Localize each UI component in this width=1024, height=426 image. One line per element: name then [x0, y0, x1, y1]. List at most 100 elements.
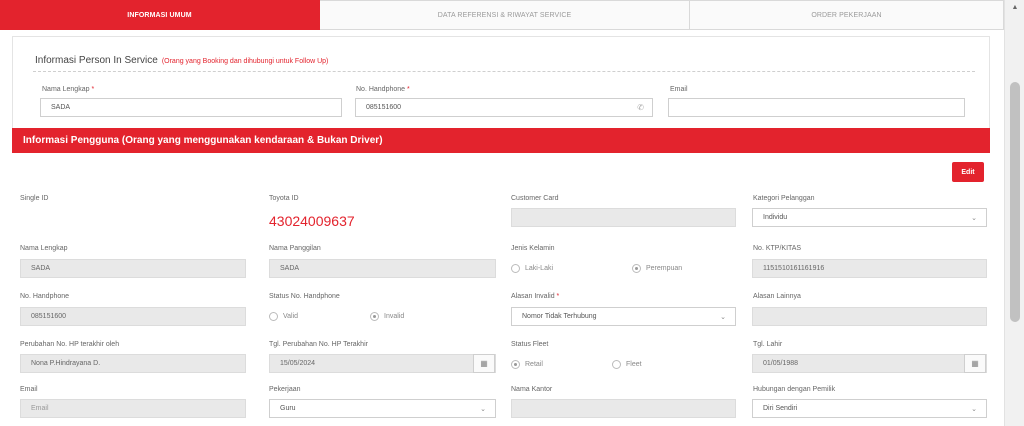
label-text: Alasan Invalid: [511, 293, 555, 300]
status-hp-label: Status No. Handphone: [269, 293, 340, 300]
label-text: No. Handphone: [356, 86, 406, 93]
calendar-icon[interactable]: ▦: [964, 354, 986, 373]
radio-dot: [511, 264, 520, 273]
hp-input[interactable]: 085151600: [20, 307, 246, 326]
input-placeholder: Email: [31, 405, 49, 412]
chevron-down-icon: ⌄: [971, 406, 977, 413]
tgl-perubahan-label: Tgl. Perubahan No. HP Terakhir: [269, 341, 368, 348]
label-text: Nama Lengkap: [42, 86, 90, 93]
perubahan-oleh-input[interactable]: Nona P.Hindrayana D.: [20, 354, 246, 373]
input-value: 01/05/1988: [763, 360, 799, 367]
pengguna-section-header: Informasi Pengguna (Orang yang menggunak…: [12, 128, 990, 153]
tab-informasi-umum[interactable]: INFORMASI UMUM: [0, 0, 320, 30]
tgl-lahir-label: Tgl. Lahir: [753, 341, 783, 348]
radio-fleet[interactable]: Fleet: [612, 360, 642, 369]
radio-perempuan[interactable]: Perempuan: [632, 264, 682, 273]
customer-card-label: Customer Card: [511, 195, 559, 202]
kategori-label: Kategori Pelanggan: [753, 195, 815, 202]
status-fleet-label: Status Fleet: [511, 341, 549, 348]
input-value: 15/05/2024: [280, 360, 316, 367]
radio-invalid[interactable]: Invalid: [370, 312, 404, 321]
tgl-perubahan-input[interactable]: 15/05/2024 ▦: [269, 354, 496, 373]
pis-nama-input[interactable]: SADA: [40, 98, 342, 117]
radio-dot: [612, 360, 621, 369]
input-value: SADA: [31, 265, 51, 272]
chevron-down-icon: ⌄: [720, 314, 726, 321]
tab-bar: INFORMASI UMUM DATA REFERENSI & RIWAYAT …: [0, 0, 1004, 30]
scroll-thumb[interactable]: [1010, 82, 1020, 322]
input-value: 085151600: [31, 313, 67, 320]
email-label: Email: [20, 386, 38, 393]
email-input[interactable]: Email: [20, 399, 246, 418]
radio-dot-selected: [632, 264, 641, 273]
input-value: 085151600: [366, 104, 402, 111]
phone-icon: ✆: [637, 103, 644, 112]
section-title-text: Informasi Person In Service: [35, 55, 158, 66]
radio-valid[interactable]: Valid: [269, 312, 298, 321]
jenis-kelamin-label: Jenis Kelamin: [511, 245, 555, 252]
select-value: Individu: [763, 214, 788, 221]
alasan-invalid-select[interactable]: Nomor Tidak Terhubung ⌄: [511, 307, 736, 326]
radio-retail[interactable]: Retail: [511, 360, 543, 369]
toyota-id-label: Toyota ID: [269, 195, 299, 202]
single-id-label: Single ID: [20, 195, 49, 202]
tab-data-referensi[interactable]: DATA REFERENSI & RIWAYAT SERVICE: [320, 0, 690, 30]
nama-lengkap-label: Nama Lengkap: [20, 245, 68, 252]
input-value: 1151510161161916: [763, 265, 825, 272]
nama-kantor-input[interactable]: [511, 399, 736, 418]
input-value: SADA: [51, 104, 71, 111]
ktp-input[interactable]: 1151510161161916: [752, 259, 987, 278]
radio-dot-selected: [370, 312, 379, 321]
radio-label: Invalid: [384, 313, 405, 320]
kategori-select[interactable]: Individu ⌄: [752, 208, 987, 227]
customer-card-input[interactable]: [511, 208, 736, 227]
radio-label: Perempuan: [646, 265, 683, 272]
arrow-up-icon[interactable]: ▲: [1005, 4, 1024, 11]
nama-lengkap-input[interactable]: SADA: [20, 259, 246, 278]
hubungan-label: Hubungan dengan Pemilik: [753, 386, 836, 393]
edit-button[interactable]: Edit: [952, 162, 984, 182]
alasan-lainnya-input[interactable]: [752, 307, 987, 326]
chevron-down-icon: ⌄: [480, 406, 486, 413]
hp-label: No. Handphone: [20, 293, 70, 300]
calendar-icon[interactable]: ▦: [473, 354, 495, 373]
alasan-invalid-label: Alasan Invalid *: [511, 293, 559, 300]
divider: [33, 71, 975, 72]
radio-label: Valid: [283, 313, 299, 320]
select-value: Guru: [280, 405, 296, 412]
pis-hp-label: No. Handphone *: [356, 86, 410, 93]
scrollbar[interactable]: ▲: [1004, 0, 1024, 426]
pis-email-label: Email: [670, 86, 688, 93]
pis-email-input[interactable]: [668, 98, 965, 117]
pis-nama-label: Nama Lengkap *: [42, 86, 94, 93]
alasan-lainnya-label: Alasan Lainnya: [753, 293, 801, 300]
radio-label: Laki-Laki: [525, 265, 554, 272]
section-subtitle: (Orang yang Booking dan dihubungi untuk …: [161, 58, 329, 65]
pekerjaan-select[interactable]: Guru ⌄: [269, 399, 496, 418]
nama-panggilan-input[interactable]: SADA: [269, 259, 496, 278]
required-mark: *: [556, 293, 560, 300]
nama-panggilan-label: Nama Panggilan: [269, 245, 321, 252]
ktp-label: No. KTP/KITAS: [753, 245, 802, 252]
required-mark: *: [91, 86, 95, 93]
radio-label: Retail: [525, 361, 543, 368]
select-value: Diri Sendiri: [763, 405, 798, 412]
nama-kantor-label: Nama Kantor: [511, 386, 553, 393]
required-mark: *: [407, 86, 410, 93]
radio-dot-selected: [511, 360, 520, 369]
pis-hp-input[interactable]: 085151600 ✆: [355, 98, 653, 117]
radio-laki-laki[interactable]: Laki-Laki: [511, 264, 553, 273]
tgl-lahir-input[interactable]: 01/05/1988 ▦: [752, 354, 987, 373]
hubungan-select[interactable]: Diri Sendiri ⌄: [752, 399, 987, 418]
perubahan-oleh-label: Perubahan No. HP terakhir oleh: [20, 341, 120, 348]
radio-dot: [269, 312, 278, 321]
select-value: Nomor Tidak Terhubung: [522, 313, 597, 320]
pekerjaan-label: Pekerjaan: [269, 386, 301, 393]
toyota-id-value: 43024009637: [269, 213, 355, 229]
section-title: Informasi Person In Service (Orang yang B…: [35, 55, 328, 66]
chevron-down-icon: ⌄: [971, 215, 977, 222]
input-value: Nona P.Hindrayana D.: [31, 360, 101, 367]
input-value: SADA: [280, 265, 300, 272]
tab-order-pekerjaan[interactable]: ORDER PEKERJAAN: [690, 0, 1004, 30]
radio-label: Fleet: [626, 361, 642, 368]
